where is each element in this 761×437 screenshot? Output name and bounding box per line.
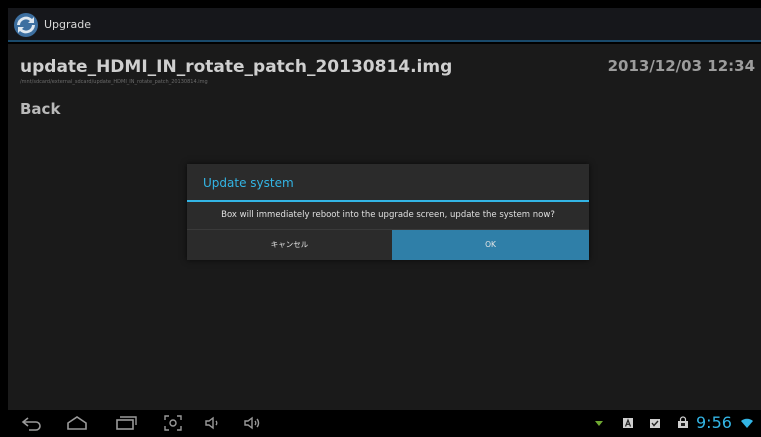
dialog-message: Box will immediately reboot into the upg… (221, 210, 555, 220)
dialog-title-divider (187, 200, 589, 202)
app-title: Upgrade (44, 18, 92, 31)
recent-apps-icon[interactable] (112, 413, 138, 433)
back-icon[interactable] (19, 413, 45, 433)
back-list-item[interactable]: Back (20, 100, 60, 118)
wifi-icon[interactable] (740, 415, 754, 429)
upgrade-app-icon[interactable] (14, 13, 38, 37)
checkbox-icon[interactable] (648, 415, 662, 429)
dialog-title: Update system (203, 176, 294, 190)
home-icon[interactable] (64, 413, 90, 433)
file-date: 2013/12/03 12:34 (607, 57, 755, 75)
download-icon[interactable] (592, 415, 606, 429)
volume-up-icon[interactable] (240, 413, 266, 433)
ok-button[interactable]: OK (392, 230, 589, 260)
action-bar: Upgrade (8, 8, 761, 42)
navigation-bar: 9:56 (0, 410, 761, 435)
file-path: /mnt/sdcard/external_sdcard/update_HDMI_… (20, 79, 208, 85)
file-name: update_HDMI_IN_rotate_patch_20130814.img (20, 57, 453, 77)
notification-a-icon[interactable] (621, 415, 635, 429)
volume-down-icon[interactable] (200, 413, 226, 433)
store-icon[interactable] (676, 415, 690, 429)
screenshot-icon[interactable] (160, 413, 186, 433)
update-system-dialog: Update system Box will immediately reboo… (187, 164, 589, 260)
status-clock: 9:56 (696, 413, 732, 432)
cancel-button[interactable]: キャンセル (187, 230, 392, 260)
